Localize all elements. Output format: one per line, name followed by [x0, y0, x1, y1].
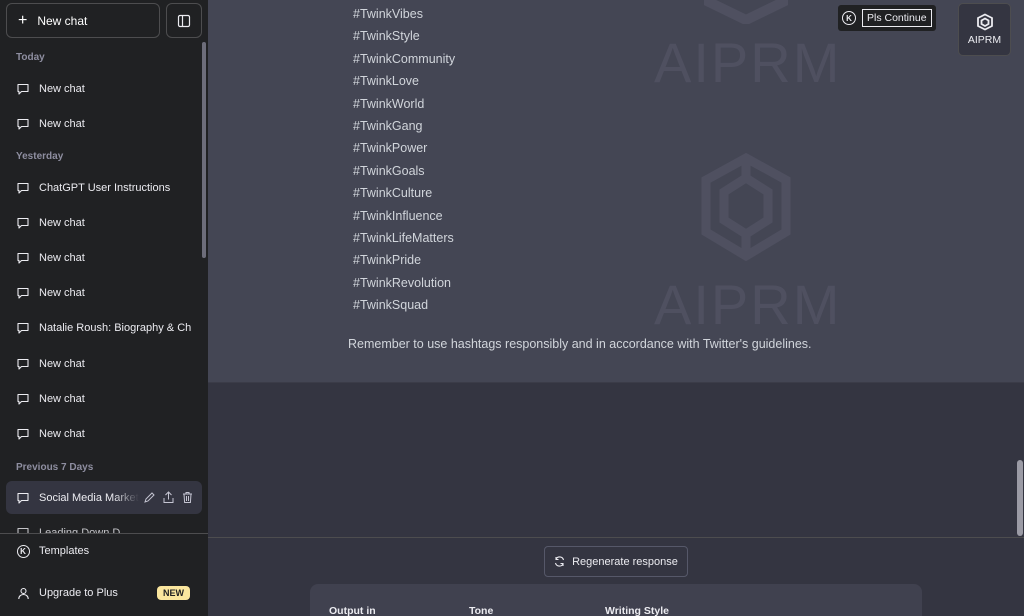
writing-style-label: Writing Style — [605, 605, 669, 616]
hashtag-item: #TwinkLifeMatters — [353, 230, 454, 245]
sidebar: + New chat Today New chat New chat Yester… — [0, 0, 208, 616]
pls-continue-button[interactable]: Pls Continue — [862, 9, 932, 27]
conversation-label: ChatGPT User Instructions — [39, 181, 171, 194]
regenerate-label: Regenerate response — [572, 555, 678, 568]
upgrade-to-plus-button[interactable]: Upgrade to Plus NEW — [6, 578, 202, 608]
aiprm-watermark: AIPRM — [654, 273, 842, 336]
chat-bubble-icon — [17, 83, 29, 95]
k-logo-icon: K — [16, 544, 30, 558]
group-label-today: Today — [16, 52, 45, 63]
user-icon — [17, 587, 29, 599]
hashtag-item: #TwinkLove — [353, 74, 420, 89]
hashtag-item: #TwinkSquad — [353, 298, 429, 313]
chat-bubble-icon — [17, 393, 29, 405]
conversation-item[interactable]: New chat — [6, 277, 202, 310]
conversation-item[interactable]: Natalie Roush: Biography & Ch — [6, 312, 202, 345]
edit-icon[interactable] — [143, 491, 156, 504]
toggle-sidebar-button[interactable] — [166, 3, 202, 38]
chat-bubble-icon — [17, 323, 29, 334]
regenerate-response-button[interactable]: Regenerate response — [544, 546, 688, 577]
aiprm-button[interactable]: AIPRM — [958, 3, 1011, 56]
chat-bubble-icon — [17, 252, 29, 264]
chat-bubble-icon — [17, 358, 29, 370]
hashtag-item: #TwinkGang — [353, 118, 423, 133]
plus-icon: + — [18, 11, 28, 29]
conversation-label: New chat — [39, 216, 85, 229]
share-icon[interactable] — [162, 491, 175, 504]
hashtag-item: #TwinkCommunity — [353, 51, 456, 66]
pls-continue-toolbar: K Pls Continue — [838, 5, 936, 31]
conversation-label: New chat — [39, 357, 85, 370]
conversation-label: New chat — [39, 251, 85, 264]
closing-text: Remember to use hashtags responsibly and… — [348, 337, 812, 351]
templates-button[interactable]: K Templates — [6, 536, 202, 566]
hashtag-item: #TwinkInfluence — [353, 208, 443, 223]
sidebar-toggle-icon — [177, 14, 191, 27]
conversation-item[interactable]: New chat — [6, 72, 202, 105]
aiprm-watermark: AIPRM — [654, 31, 842, 94]
sidebar-footer: K Templates Upgrade to Plus NEW — [0, 533, 208, 616]
new-chat-label: New chat — [37, 13, 88, 28]
k-logo-icon: K — [842, 11, 856, 25]
conversation-item[interactable]: New chat — [6, 417, 202, 450]
main-scrollbar[interactable] — [1017, 460, 1023, 536]
chat-bubble-icon — [17, 288, 29, 299]
hashtag-item: #TwinkRevolution — [353, 275, 451, 290]
chat-bubble-icon — [17, 182, 29, 194]
refresh-icon — [554, 556, 565, 567]
aiprm-watermark-logo-icon — [704, 0, 788, 24]
aiprm-watermark-logo-icon — [701, 152, 791, 262]
conversation-item[interactable]: New chat — [6, 347, 202, 380]
conversation-label: New chat — [39, 427, 85, 440]
aiprm-logo-icon — [976, 13, 993, 31]
chat-bubble-icon — [17, 428, 29, 440]
group-label-yesterday: Yesterday — [16, 151, 64, 162]
input-area: Regenerate response Output in Tone Writi… — [208, 537, 1024, 616]
hashtag-item: #TwinkPride — [353, 253, 422, 268]
assistant-message: AIPRM AIPRM #TwinkVibes #TwinkStyle #Twink… — [208, 0, 1024, 383]
conversation-item[interactable]: New chat — [6, 241, 202, 274]
hashtag-item: #TwinkPower — [353, 141, 428, 156]
chat-bubble-icon — [17, 118, 29, 130]
conversation-label: New chat — [39, 117, 85, 130]
templates-label: Templates — [39, 545, 90, 557]
hashtag-item: #TwinkStyle — [353, 29, 420, 44]
conversation-item[interactable]: ChatGPT User Instructions — [6, 171, 202, 204]
conversation-label: New chat — [39, 287, 85, 300]
trash-icon[interactable] — [181, 491, 194, 504]
conversation-label: New chat — [39, 82, 85, 95]
hashtag-item: #TwinkCulture — [353, 186, 433, 201]
chat-bubble-icon — [17, 492, 29, 504]
conversation-label: New chat — [39, 392, 85, 405]
new-badge: NEW — [157, 586, 190, 600]
sidebar-scrollbar[interactable] — [202, 42, 206, 258]
hashtag-item: #TwinkGoals — [353, 163, 425, 178]
output-in-label: Output in — [329, 605, 376, 616]
conversation-item[interactable]: New chat — [6, 382, 202, 415]
upgrade-label: Upgrade to Plus — [39, 587, 118, 599]
conversation-item[interactable]: New chat — [6, 206, 202, 239]
hashtag-list: #TwinkVibes #TwinkStyle #TwinkCommunity #Tw… — [353, 5, 455, 318]
conversation-item[interactable]: New chat — [6, 107, 202, 140]
group-label-previous-7-days: Previous 7 Days — [16, 462, 94, 473]
aiprm-label: AIPRM — [967, 34, 1002, 46]
main-area: AIPRM AIPRM #TwinkVibes #TwinkStyle #Twink… — [208, 0, 1024, 616]
hashtag-item: #TwinkWorld — [353, 96, 425, 111]
tone-label: Tone — [469, 605, 494, 616]
chat-bubble-icon — [17, 217, 29, 229]
conversation-label: Natalie Roush: Biography & Ch — [39, 322, 192, 335]
conversation-label: Social Media Market — [39, 491, 139, 504]
new-chat-button[interactable]: + New chat — [6, 3, 160, 38]
hashtag-item: #TwinkVibes — [353, 7, 423, 21]
aiprm-options-bar: Output in Tone Writing Style — [310, 584, 922, 616]
conversation-item-active[interactable]: Social Media Market — [6, 481, 202, 514]
